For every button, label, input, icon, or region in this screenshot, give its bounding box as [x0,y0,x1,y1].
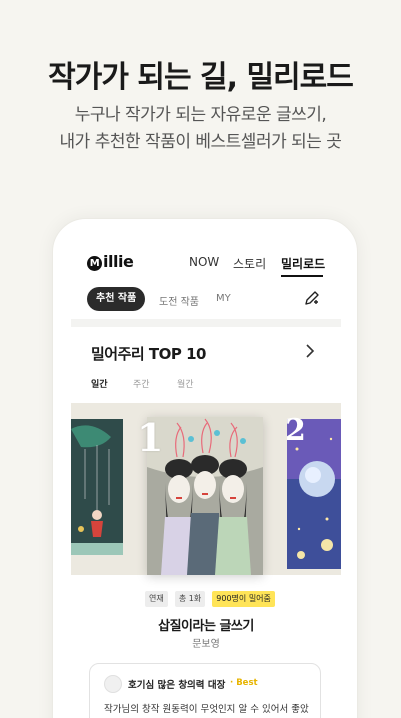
section-divider [71,319,341,327]
best-label: Best [236,678,258,688]
promo-headline: 작가가 되는 길, 밀리로드 [48,60,354,95]
write-pen-icon[interactable] [303,289,321,307]
logo-text: illie [103,252,134,271]
book-title[interactable]: 삽질이라는 글쓰기 [71,615,341,634]
phone-frame: Millie NOW 스토리 밀리로드 추천 작품 도전 작품 MY 밀어주리 … [52,218,358,718]
subtab-my[interactable]: MY [216,293,231,304]
nav-tab-story[interactable]: 스토리 [233,255,266,272]
badge-serial: 연재 [145,591,168,607]
app-screen: Millie NOW 스토리 밀리로드 추천 작품 도전 작품 MY 밀어주리 … [71,239,341,718]
review-card[interactable]: 호기심 많은 창의력 대장 · Best 작가님의 창작 원동력이 무엇인지 알… [89,663,321,718]
reviewer-avatar [104,675,122,693]
period-tab-monthly[interactable]: 월간 [177,377,194,390]
reviewer-name: 호기심 많은 창의력 대장 [128,680,226,691]
period-tab-daily[interactable]: 일간 [91,377,108,390]
badge-episodes: 총 1화 [174,591,206,607]
book-badges: 연재 총 1화 900명이 밀어줌 [145,591,277,609]
book-author: 문보영 [192,639,220,650]
book-cover-previous[interactable] [71,419,123,555]
nav-tab-now[interactable]: NOW [189,255,219,269]
nav-tab-millie-road[interactable]: 밀리로드 [281,255,325,272]
promo-subline-2: 내가 추천한 작품이 베스트셀러가 되는 곳 [59,132,342,152]
millie-logo[interactable]: Millie [87,252,134,271]
active-tab-indicator [281,275,323,277]
best-review-badge: · Best [230,678,258,688]
book-carousel[interactable]: 1 2 [71,403,341,575]
rank-number-2: 2 [285,413,306,448]
promo-subline-1: 누구나 작가가 되는 자유로운 글쓰기, [74,105,327,125]
book-cover-main[interactable] [147,417,263,575]
sub-tab-bar: 추천 작품 도전 작품 MY [71,285,341,317]
top-nav-bar: Millie NOW 스토리 밀리로드 [71,239,341,285]
period-tab-weekly[interactable]: 주간 [133,377,150,390]
subtab-challenge[interactable]: 도전 작품 [159,293,199,308]
review-text: 작가님의 창작 원동력이 무엇인지 알 수 있어서 좋았습니다!! [104,704,309,715]
rank-number-1: 1 [137,415,164,460]
chevron-right-icon[interactable] [303,343,317,359]
badge-push-count: 900명이 밀어줌 [212,591,275,607]
ranking-title: 밀어주리 TOP 10 [91,345,207,363]
subtab-recommended[interactable]: 추천 작품 [87,287,146,311]
logo-mark: M [87,256,102,271]
